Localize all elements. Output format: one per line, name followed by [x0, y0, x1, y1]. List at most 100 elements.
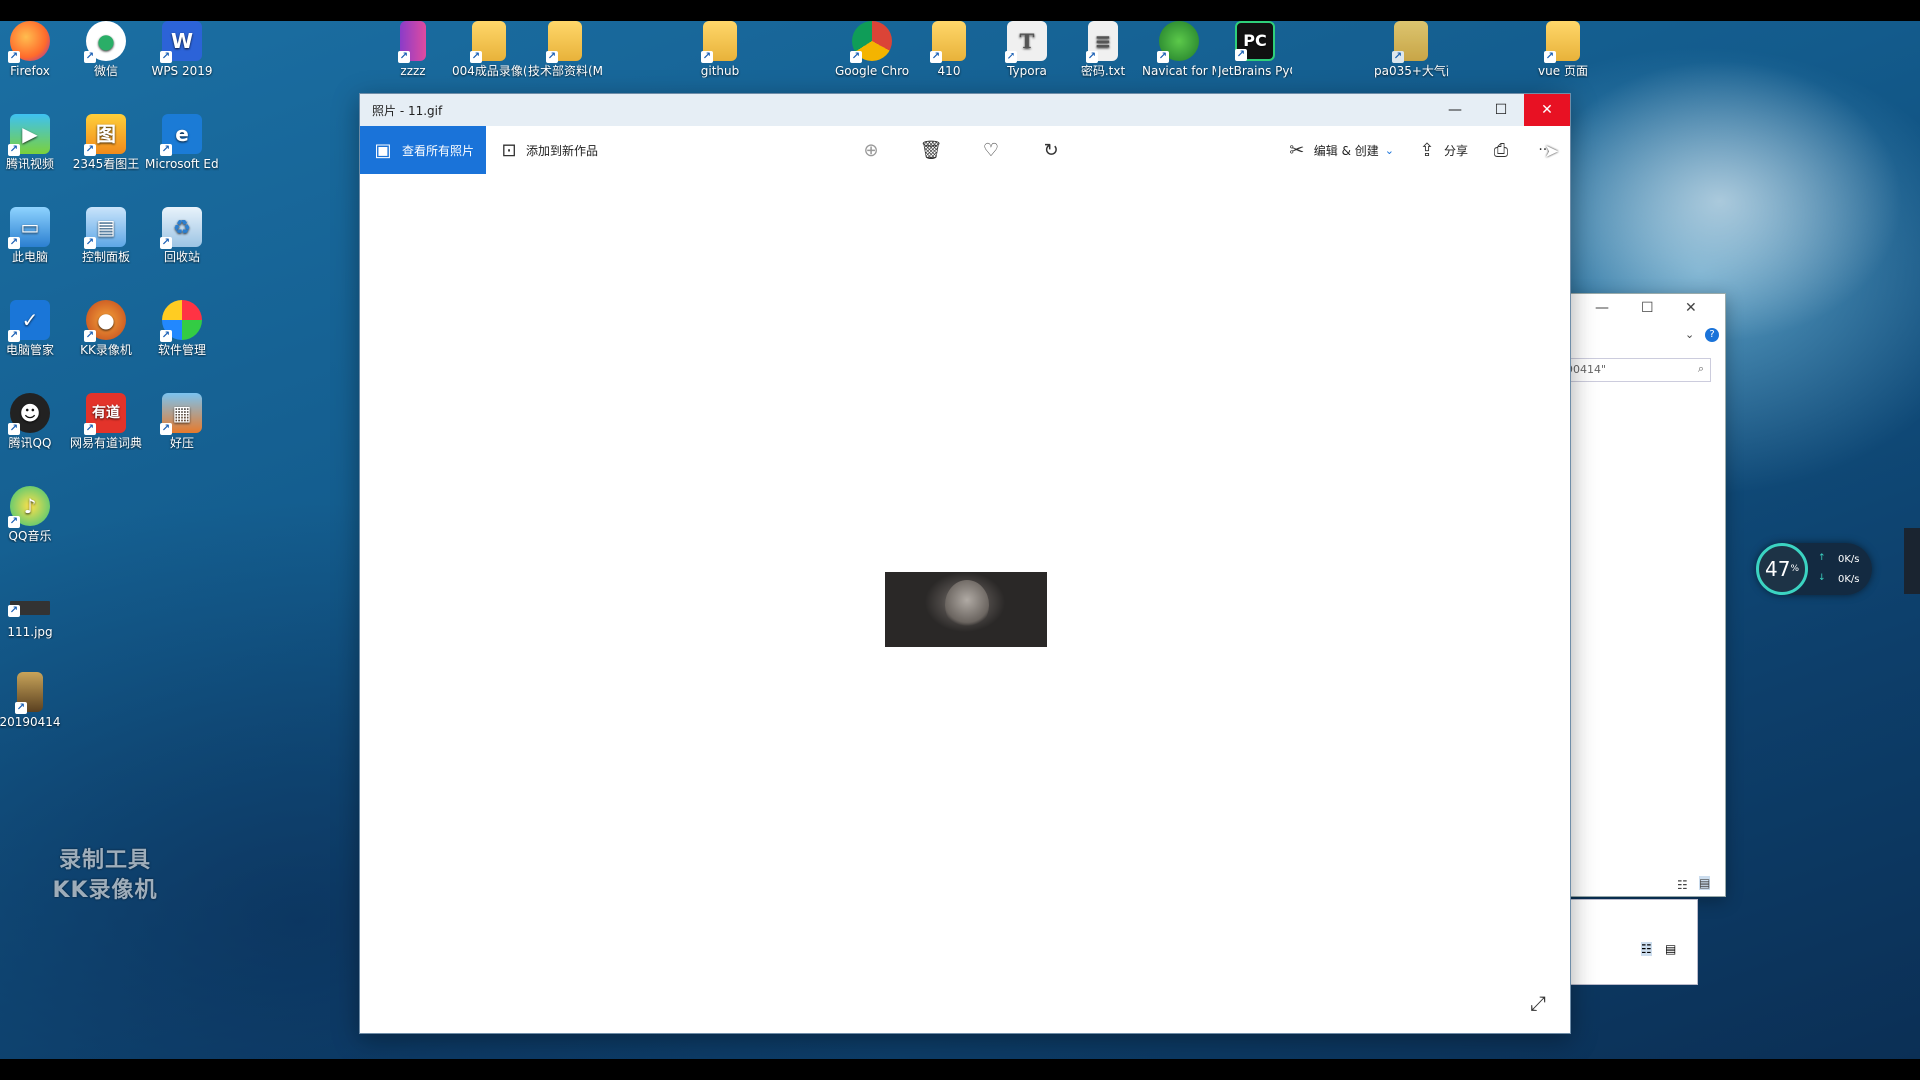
typora-icon: T: [1005, 21, 1047, 63]
this-pc-shortcut[interactable]: ▭ 此电脑: [0, 207, 67, 264]
image-thumbnail-icon: [15, 672, 43, 714]
shortcut-label: github: [700, 64, 740, 78]
print-icon[interactable]: ⎙: [1490, 140, 1512, 161]
search-input[interactable]: 90414" ⌕: [1561, 358, 1711, 382]
file-111-jpg[interactable]: 111.jpg: [0, 579, 67, 639]
fullscreen-expand-icon[interactable]: ⤢: [1530, 991, 1546, 1015]
image-thumbnail-icon: [8, 601, 50, 617]
folder-icon: [546, 21, 582, 63]
recorder-icon: ●: [84, 300, 126, 342]
shortcut-label: 电脑管家: [5, 343, 54, 357]
shortcut-label: Firefox: [10, 64, 50, 78]
gif-image-preview[interactable]: [885, 572, 1047, 647]
edit-create-button[interactable]: ✂ 编辑 & 创建 ⌄: [1286, 140, 1394, 161]
pycharm-shortcut[interactable]: PC JetBrains PyCharm 2: [1218, 21, 1292, 78]
top-letterbox: [0, 0, 1920, 21]
details-view-icon[interactable]: ☷: [1677, 878, 1688, 892]
folder-icon: [930, 21, 966, 63]
shortcut-label: 2345看图王: [72, 157, 140, 171]
rotate-icon[interactable]: ↻: [1040, 140, 1062, 161]
upload-speed: 0K/s: [1838, 554, 1860, 565]
recycle-bin-shortcut[interactable]: ♻ 回收站: [145, 207, 219, 264]
shortcut-label: 网易有道词典: [69, 436, 142, 450]
tencent-video-shortcut[interactable]: ▶ 腾讯视频: [0, 114, 67, 171]
typora-shortcut[interactable]: T Typora: [990, 21, 1064, 78]
folder-410[interactable]: 410: [912, 21, 986, 78]
chevron-down-icon[interactable]: ⌄: [1685, 328, 1694, 341]
download-speed: 0K/s: [1838, 574, 1860, 585]
share-button[interactable]: ⇪ 分享: [1416, 140, 1468, 161]
2345-viewer-shortcut[interactable]: 图 2345看图王: [69, 114, 143, 171]
maximize-icon[interactable]: ☐: [1641, 300, 1654, 316]
firefox-shortcut[interactable]: Firefox: [0, 21, 67, 78]
add-creation-icon: ⊡: [501, 139, 517, 161]
edge-shortcut[interactable]: e Microsoft Edge: [145, 114, 219, 171]
chrome-shortcut[interactable]: Google Chrome: [835, 21, 909, 78]
edge-icon: e: [160, 114, 202, 156]
chrome-icon: [850, 21, 892, 63]
tiles-view-icon[interactable]: ▤: [1665, 942, 1676, 956]
photo-gallery-icon: ▣: [374, 139, 392, 161]
wechat-shortcut[interactable]: ● 微信: [69, 21, 143, 78]
close-icon[interactable]: ✕: [1685, 300, 1697, 316]
control-panel-shortcut[interactable]: ▤ 控制面板: [69, 207, 143, 264]
shortcut-label: Typora: [1007, 64, 1047, 78]
shortcut-label: 腾讯视频: [5, 157, 54, 171]
tiles-view-icon[interactable]: ▤: [1699, 876, 1711, 890]
minimize-icon[interactable]: —: [1595, 300, 1609, 316]
view-all-photos-button[interactable]: ▣ 查看所有照片: [360, 126, 487, 174]
zzzz-shortcut[interactable]: zzzz: [376, 21, 450, 78]
shortcut-label: Navicat for MySQL: [1142, 64, 1216, 78]
bottom-letterbox: [0, 1059, 1920, 1080]
shortcut-label: 腾讯QQ: [8, 436, 52, 450]
desktop: Firefox ● 微信 W WPS 2019 ▶ 腾讯视频 图 2345看图王…: [0, 21, 1920, 1059]
shortcut-label: 004成品录像(Ms-2018: [452, 64, 526, 78]
shortcut-label: zzzz: [400, 64, 426, 78]
pc-manager-shortcut[interactable]: ✓ 电脑管家: [0, 300, 67, 357]
folder-pa035[interactable]: pa035+大气雨景数据采...: [1374, 21, 1448, 78]
shortcut-label: 控制面板: [81, 250, 130, 264]
play-icon: ▶: [8, 114, 50, 156]
shortcut-label: vue 页面: [1538, 64, 1588, 78]
details-view-icon[interactable]: ☷: [1641, 942, 1652, 956]
wps-shortcut[interactable]: W WPS 2019: [145, 21, 219, 78]
folder-github[interactable]: github: [683, 21, 757, 78]
search-input-value: 90414": [1566, 363, 1607, 376]
shortcut-label: 微信: [93, 64, 118, 78]
haozip-shortcut[interactable]: ▦ 好压: [145, 393, 219, 450]
shortcut-label: 回收站: [163, 250, 200, 264]
zoom-in-icon[interactable]: ⊕: [860, 140, 882, 161]
qq-shortcut[interactable]: ☻ 腾讯QQ: [0, 393, 67, 450]
search-icon: ⌕: [1697, 362, 1704, 375]
shortcut-label: 软件管理: [157, 343, 206, 357]
delete-icon[interactable]: 🗑: [920, 140, 943, 161]
help-icon[interactable]: ?: [1705, 328, 1719, 342]
background-explorer-window[interactable]: — ☐ ✕ ⌄ ? 90414" ⌕ ☷ ▤: [1560, 293, 1726, 897]
add-to-creation-button[interactable]: ⊡ 添加到新作品: [486, 140, 610, 161]
youdao-icon: 有道: [84, 393, 126, 435]
photos-toolbar: ▣ 查看所有照片 ⊡ 添加到新作品 ⊕ 🗑 ♡ ↻ ✂ 编辑 & 创建 ⌄ ⇪ …: [360, 126, 1570, 174]
memory-percent: 47: [1764, 557, 1791, 581]
software-manager-shortcut[interactable]: 软件管理: [145, 300, 219, 357]
minimize-button[interactable]: —: [1432, 94, 1478, 126]
network-speed-widget[interactable]: 47% ↑ 0K/s ↓ 0K/s: [1756, 543, 1872, 595]
qq-penguin-icon: ☻: [8, 393, 50, 435]
folder-20190414[interactable]: 20190414: [0, 672, 67, 729]
folder-004[interactable]: 004成品录像(Ms-2018: [452, 21, 526, 78]
background-explorer-window-2[interactable]: ☷ ▤: [1560, 899, 1698, 985]
qq-music-shortcut[interactable]: ♪ QQ音乐: [0, 486, 67, 543]
navicat-shortcut[interactable]: Navicat for MySQL: [1142, 21, 1216, 78]
folder-tech-docs[interactable]: 技术部资料(Ms-2018: [528, 21, 602, 78]
favorite-heart-icon[interactable]: ♡: [980, 140, 1002, 161]
window-titlebar[interactable]: 照片 - 11.gif — ☐ ✕: [360, 94, 1570, 126]
recorder-watermark: 录制工具 KK录像机: [30, 846, 180, 906]
kk-recorder-shortcut[interactable]: ● KK录像机: [69, 300, 143, 357]
folder-vue[interactable]: vue 页面: [1526, 21, 1600, 78]
password-txt[interactable]: ≡ 密码.txt: [1066, 21, 1140, 78]
maximize-button[interactable]: ☐: [1478, 94, 1524, 126]
side-dock-tab[interactable]: [1904, 528, 1920, 594]
computer-icon: ▭: [8, 207, 50, 249]
youdao-shortcut[interactable]: 有道 网易有道词典: [69, 393, 143, 450]
close-button[interactable]: ✕: [1524, 94, 1570, 126]
image-viewer-icon: 图: [84, 114, 126, 156]
